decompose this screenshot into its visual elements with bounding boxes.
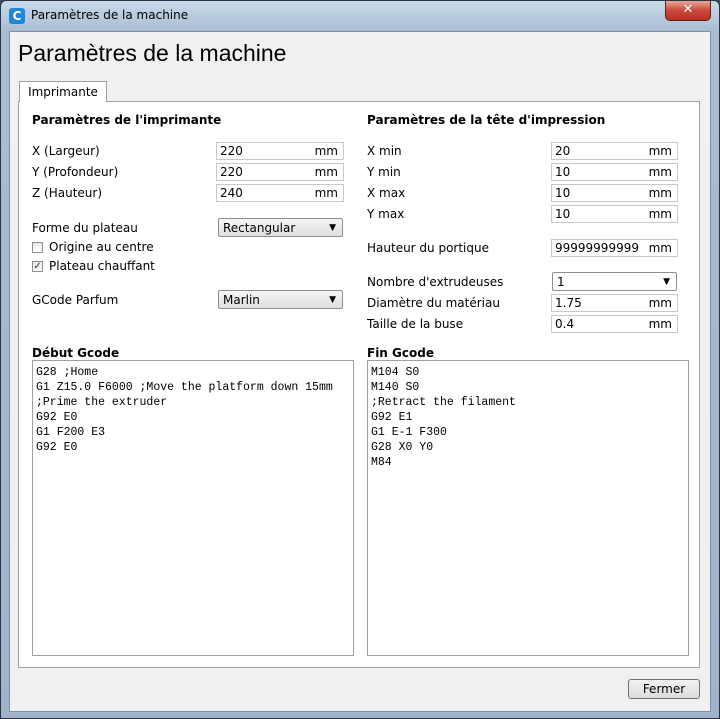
- y-min-field[interactable]: 10 mm: [551, 163, 678, 181]
- z-height-value: 240: [220, 186, 243, 200]
- bed-shape-select[interactable]: Rectangular ▼: [218, 218, 343, 237]
- bed-shape-label: Forme du plateau: [32, 221, 138, 235]
- y-depth-label: Y (Profondeur): [32, 165, 119, 179]
- z-height-label: Z (Hauteur): [32, 186, 103, 200]
- x-width-field[interactable]: 220 mm: [216, 142, 344, 160]
- chevron-down-icon: ▼: [663, 277, 670, 287]
- material-diameter-field[interactable]: 1.75 mm: [551, 294, 678, 312]
- window-close-button[interactable]: ✕: [665, 1, 711, 21]
- y-max-label: Y max: [367, 207, 405, 221]
- x-min-value: 20: [555, 144, 571, 158]
- dialog-body: Paramètres de la machine Imprimante Para…: [9, 31, 711, 712]
- tab-printer[interactable]: Imprimante: [19, 81, 107, 102]
- end-gcode-label: Fin Gcode: [367, 346, 434, 360]
- extruder-count-select[interactable]: 1 ▼: [552, 272, 677, 291]
- gcode-flavor-value: Marlin: [223, 293, 260, 307]
- machine-settings-window: C Paramètres de la machine ✕ Paramètres …: [0, 0, 720, 719]
- x-max-label: X max: [367, 186, 406, 200]
- unit-label: mm: [648, 186, 672, 200]
- nozzle-size-field[interactable]: 0.4 mm: [551, 315, 678, 333]
- close-button[interactable]: Fermer: [628, 679, 700, 699]
- x-width-value: 220: [220, 144, 243, 158]
- x-max-field[interactable]: 10 mm: [551, 184, 678, 202]
- z-height-field[interactable]: 240 mm: [216, 184, 344, 202]
- unit-label: mm: [648, 241, 672, 255]
- origin-center-checkbox[interactable]: [32, 242, 43, 253]
- printer-settings-title: Paramètres de l'imprimante: [32, 113, 222, 127]
- x-max-value: 10: [555, 186, 571, 200]
- extruder-count-value: 1: [557, 275, 565, 289]
- chevron-down-icon: ▼: [329, 295, 336, 305]
- unit-label: mm: [648, 144, 672, 158]
- unit-label: mm: [314, 144, 338, 158]
- unit-label: mm: [648, 317, 672, 331]
- gantry-height-field[interactable]: 99999999999 mm: [551, 239, 678, 257]
- y-max-field[interactable]: 10 mm: [551, 205, 678, 223]
- extruder-count-label: Nombre d'extrudeuses: [367, 275, 504, 289]
- material-diameter-value: 1.75: [555, 296, 582, 310]
- y-min-value: 10: [555, 165, 571, 179]
- end-gcode-editor[interactable]: M104 S0 M140 S0 ;Retract the filament G9…: [367, 360, 689, 656]
- y-depth-value: 220: [220, 165, 243, 179]
- unit-label: mm: [648, 207, 672, 221]
- nozzle-size-value: 0.4: [555, 317, 575, 331]
- x-min-label: X min: [367, 144, 402, 158]
- heated-bed-label[interactable]: Plateau chauffant: [49, 259, 155, 273]
- x-min-field[interactable]: 20 mm: [551, 142, 678, 160]
- printer-tab-panel: Paramètres de l'imprimante X (Largeur) 2…: [18, 101, 700, 668]
- gcode-flavor-select[interactable]: Marlin ▼: [218, 290, 343, 309]
- cura-icon: C: [9, 8, 25, 24]
- unit-label: mm: [648, 296, 672, 310]
- y-max-value: 10: [555, 207, 571, 221]
- start-gcode-editor[interactable]: G28 ;Home G1 Z15.0 F6000 ;Move the platf…: [32, 360, 354, 656]
- material-diameter-label: Diamètre du matériau: [367, 296, 500, 310]
- gantry-height-label: Hauteur du portique: [367, 241, 489, 255]
- page-title: Paramètres de la machine: [18, 40, 287, 66]
- title-bar[interactable]: C Paramètres de la machine ✕: [1, 1, 719, 31]
- origin-center-label[interactable]: Origine au centre: [49, 240, 154, 254]
- chevron-down-icon: ▼: [329, 223, 336, 233]
- gcode-flavor-label: GCode Parfum: [32, 293, 119, 307]
- bed-shape-value: Rectangular: [223, 221, 296, 235]
- gantry-height-value: 99999999999: [555, 241, 639, 255]
- unit-label: mm: [314, 186, 338, 200]
- window-title: Paramètres de la machine: [31, 8, 189, 22]
- nozzle-size-label: Taille de la buse: [367, 317, 464, 331]
- unit-label: mm: [314, 165, 338, 179]
- y-depth-field[interactable]: 220 mm: [216, 163, 344, 181]
- head-settings-title: Paramètres de la tête d'impression: [367, 113, 606, 127]
- x-width-label: X (Largeur): [32, 144, 100, 158]
- y-min-label: Y min: [367, 165, 401, 179]
- unit-label: mm: [648, 165, 672, 179]
- heated-bed-checkbox[interactable]: ✓: [32, 261, 43, 272]
- start-gcode-label: Début Gcode: [32, 346, 120, 360]
